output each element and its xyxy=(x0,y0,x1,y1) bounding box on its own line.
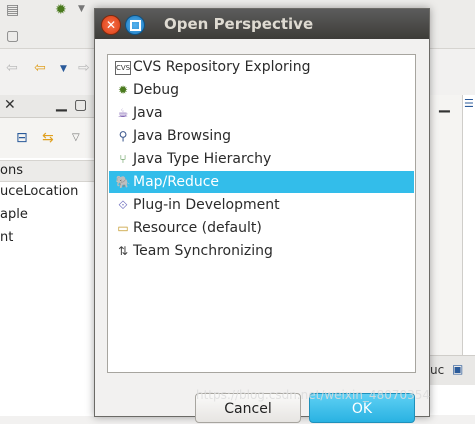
team-sync-icon: ⇅ xyxy=(117,244,129,258)
minimize-icon[interactable]: ▁ xyxy=(439,97,450,113)
perspective-item-cvs[interactable]: CVS CVS Repository Exploring xyxy=(109,56,414,78)
close-button[interactable]: ✕ xyxy=(101,15,121,35)
java-icon: ☕ xyxy=(117,106,129,120)
type-hierarchy-icon: ⑂ xyxy=(119,152,127,166)
maximize-icon xyxy=(129,20,141,31)
right-tab-label: uc xyxy=(430,363,445,377)
debug-toolbar-icon[interactable]: ✹ xyxy=(55,2,67,18)
right-bottom-tab[interactable]: uc ▣ xyxy=(428,355,475,386)
view-menu-icon[interactable]: ▽ xyxy=(72,132,80,143)
list-item[interactable]: uceLocation xyxy=(0,184,78,199)
navigation-toolbar: ⇦ ⇦ ▼ ⇨ xyxy=(0,56,100,86)
column-header: ons xyxy=(0,160,96,182)
back-disabled-icon: ⇦ xyxy=(6,60,18,76)
perspective-label: Java xyxy=(133,105,163,121)
maximize-button[interactable] xyxy=(125,15,145,35)
perspective-label: Java Type Hierarchy xyxy=(133,151,272,167)
forward-disabled-icon: ⇨ xyxy=(78,60,90,76)
perspective-label: Map/Reduce xyxy=(133,174,220,190)
perspective-label: Debug xyxy=(133,82,180,98)
perspective-label: Plug-in Development xyxy=(133,197,280,213)
java-browsing-icon: ⚲ xyxy=(118,129,128,143)
map-reduce-icon: 🐘 xyxy=(115,175,131,189)
close-icon: ✕ xyxy=(105,18,117,32)
resource-icon: ▭ xyxy=(117,221,129,235)
debug-icon: ✹ xyxy=(117,83,129,97)
chevron-down-icon[interactable]: ▼ xyxy=(60,64,67,74)
toolbar-icon[interactable]: ▤ xyxy=(6,2,19,18)
plugin-icon: ⟐ xyxy=(118,198,128,212)
chevron-down-icon[interactable]: ▼ xyxy=(78,4,85,14)
console-icon: ▣ xyxy=(452,362,464,376)
perspective-item-java[interactable]: ☕ Java xyxy=(109,102,414,124)
perspective-item-plugin-development[interactable]: ⟐ Plug-in Development xyxy=(109,194,414,216)
perspective-label: Resource (default) xyxy=(133,220,262,236)
close-icon[interactable]: ✕ xyxy=(4,97,16,113)
column-header-label: ons xyxy=(0,163,23,178)
back-arrow-icon[interactable]: ⇦ xyxy=(34,60,46,76)
perspective-item-team-sync[interactable]: ⇅ Team Synchronizing xyxy=(109,240,414,262)
cvs-icon: CVS xyxy=(115,61,131,75)
toolbar-icon[interactable]: ▢ xyxy=(6,28,19,44)
right-bottom-panel xyxy=(428,385,475,415)
minimize-icon[interactable]: ▁ xyxy=(56,96,67,112)
perspective-item-type-hierarchy[interactable]: ⑂ Java Type Hierarchy xyxy=(109,148,414,170)
perspective-label: CVS Repository Exploring xyxy=(133,59,311,75)
dialog-titlebar[interactable]: ✕ Open Perspective xyxy=(95,9,429,39)
outline-icon: ☰ xyxy=(464,97,474,110)
maximize-icon[interactable]: ▢ xyxy=(74,97,87,113)
perspective-item-map-reduce[interactable]: 🐘 Map/Reduce xyxy=(109,171,414,193)
link-editor-icon[interactable]: ⇆ xyxy=(42,130,54,146)
perspective-item-debug[interactable]: ✹ Debug xyxy=(109,79,414,101)
watermark-text: https://blog.csdn.net/weixin_48070354 xyxy=(196,388,431,402)
perspective-label: Team Synchronizing xyxy=(133,243,273,259)
open-perspective-dialog: ✕ Open Perspective CVS CVS Repository Ex… xyxy=(94,8,430,423)
dialog-title: Open Perspective xyxy=(164,15,314,33)
perspective-list[interactable]: CVS CVS Repository Exploring ✹ Debug ☕ J… xyxy=(107,54,416,373)
left-view-tabbar: ✕ ▁ ▢ xyxy=(0,95,96,118)
list-item[interactable]: nt xyxy=(0,230,13,245)
perspective-item-java-browsing[interactable]: ⚲ Java Browsing xyxy=(109,125,414,147)
perspective-item-resource[interactable]: ▭ Resource (default) xyxy=(109,217,414,239)
collapse-all-icon[interactable]: ⊟ xyxy=(16,130,28,146)
list-item[interactable]: aple xyxy=(0,207,28,222)
perspective-label: Java Browsing xyxy=(133,128,232,144)
left-view-toolbar: ⊟ ⇆ ▽ xyxy=(0,118,96,158)
